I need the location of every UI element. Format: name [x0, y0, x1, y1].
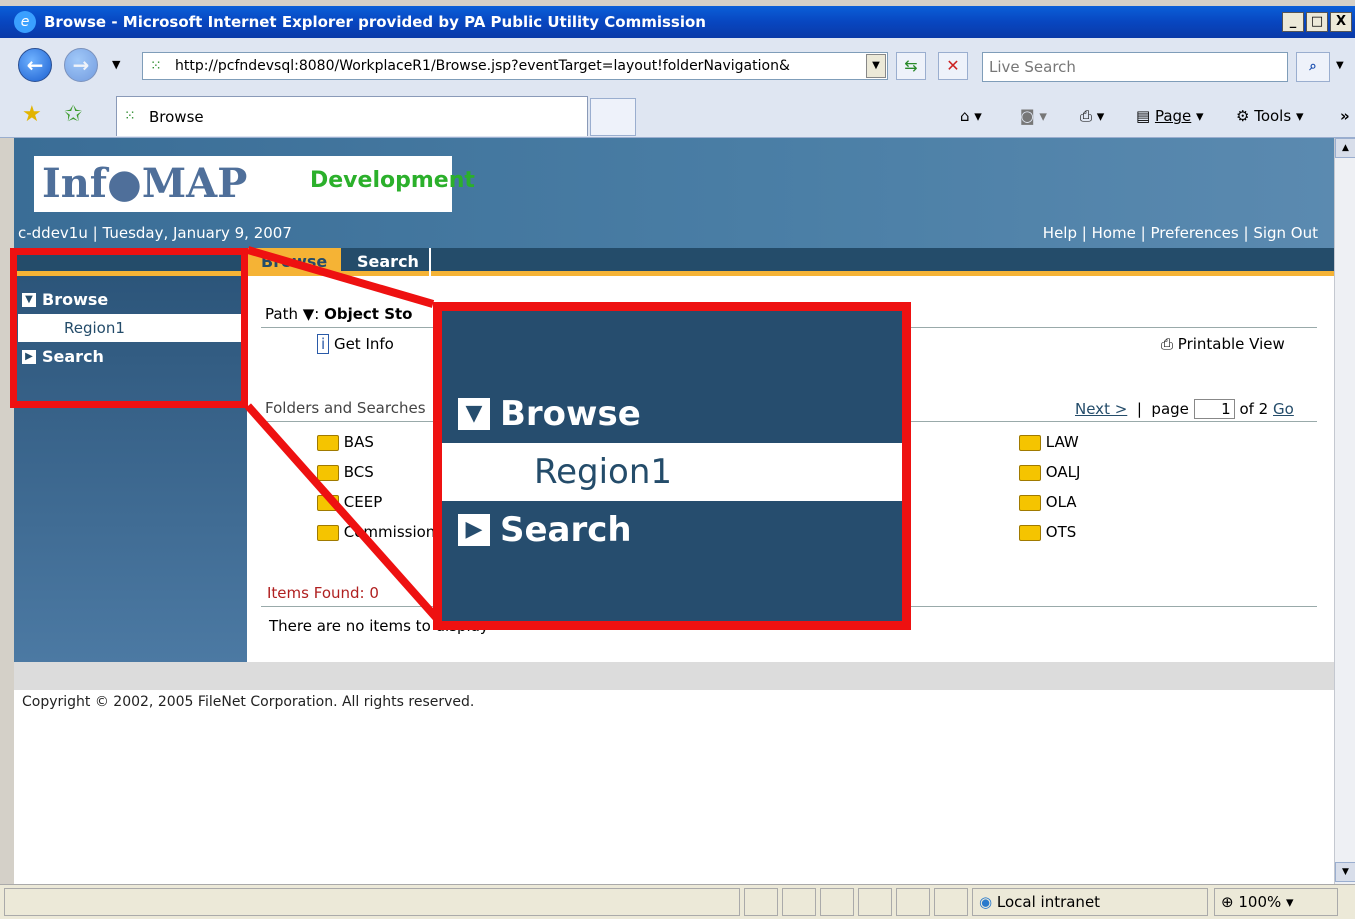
zoom-browse: Browse: [442, 385, 902, 443]
intranet-icon: ◉: [979, 893, 993, 911]
zoom-value: 100%: [1238, 893, 1282, 911]
zoomed-sidebar-callout: Browse ▼ Region1 Search ▶: [433, 302, 911, 630]
status-pane: [858, 888, 892, 916]
zoom-expand-icon: ▶: [458, 514, 490, 546]
zoom-region1: Region1: [442, 443, 902, 501]
zoom-level[interactable]: ⊕ 100% ▾: [1214, 888, 1338, 916]
scroll-down-button[interactable]: ▼: [1335, 862, 1355, 882]
zoom-search: Search: [442, 501, 902, 559]
status-pane: [782, 888, 816, 916]
status-pane: [744, 888, 778, 916]
status-pane: [820, 888, 854, 916]
vertical-scrollbar[interactable]: ▲ ▼: [1334, 138, 1355, 884]
zone-label: Local intranet: [996, 893, 1101, 911]
zoom-collapse-icon: ▼: [458, 398, 490, 430]
status-pane: [934, 888, 968, 916]
callout-highlight-box: [10, 248, 248, 408]
zone-pane: ◉ Local intranet: [972, 888, 1208, 916]
status-pane: [896, 888, 930, 916]
scroll-up-button[interactable]: ▲: [1335, 138, 1355, 158]
zoom-search-label: Search: [500, 510, 632, 550]
zoom-browse-label: Browse: [500, 394, 641, 434]
zoom-icon: ⊕: [1221, 893, 1234, 911]
status-text-pane: [4, 888, 740, 916]
